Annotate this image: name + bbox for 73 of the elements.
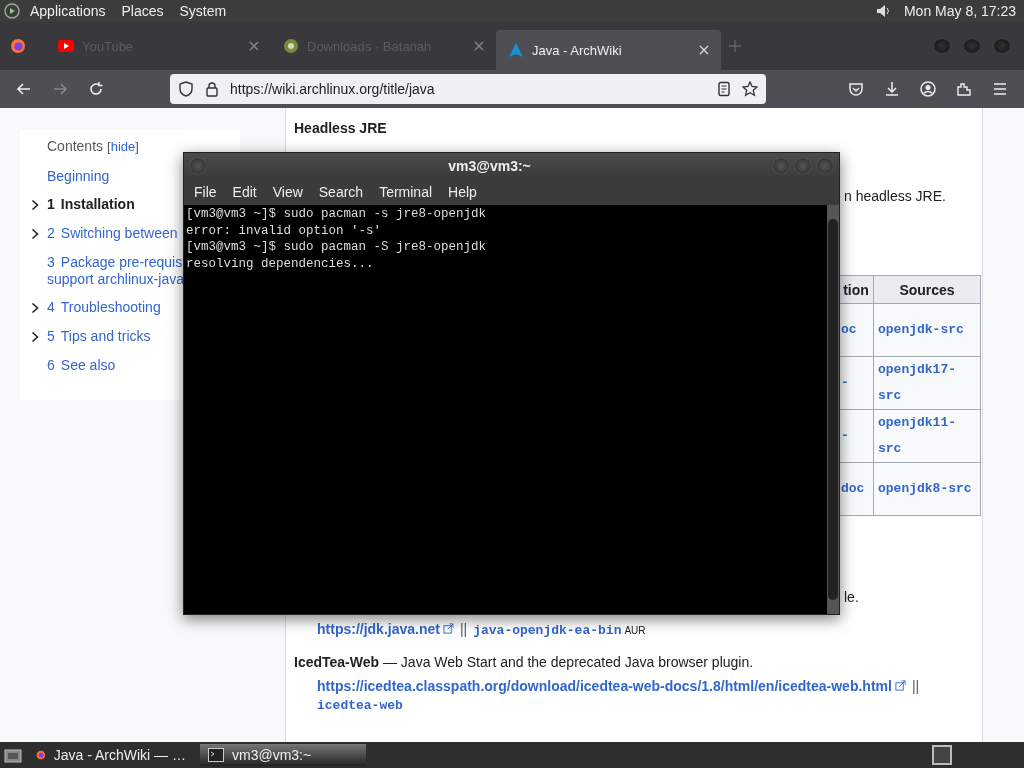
menu-item[interactable]: Terminal	[371, 184, 441, 200]
terminal-line: resolving dependencies...	[186, 255, 375, 272]
menu-item[interactable]: View	[264, 184, 311, 200]
close-icon[interactable]	[249, 41, 259, 51]
reader-icon[interactable]	[716, 81, 732, 97]
panel-menu[interactable]: System	[173, 3, 233, 19]
contents-item[interactable]: 5 Tips and tricks	[47, 328, 151, 345]
contents-title: Contents	[47, 138, 104, 154]
pocket-icon[interactable]	[848, 81, 864, 97]
logo-icon[interactable]	[4, 3, 20, 19]
close-icon[interactable]	[474, 41, 484, 51]
paragraph-text: n headless JRE.	[844, 188, 947, 204]
taskbar-item[interactable]: Java - ArchWiki — …	[28, 744, 194, 766]
external-link-icon	[442, 623, 454, 634]
star-icon[interactable]	[742, 81, 758, 97]
external-link[interactable]: https://jdk.java.net	[317, 621, 440, 637]
chevron-icon[interactable]	[31, 228, 39, 240]
terminal-line: [vm3@vm3 ~]$ sudo pacman -s jre8-openjdk	[186, 206, 488, 223]
lock-icon[interactable]	[204, 81, 220, 97]
shield-icon[interactable]	[178, 81, 194, 97]
desktop-icon[interactable]	[4, 747, 22, 763]
contents-item[interactable]: 1 Installation	[47, 196, 135, 213]
contents-item[interactable]: 2 Switching between	[47, 225, 178, 242]
bracket: [	[107, 139, 111, 154]
column-header: tion	[839, 275, 874, 304]
address-bar[interactable]: https://wiki.archlinux.org/title/java	[170, 74, 766, 104]
menu-item[interactable]: Edit	[224, 184, 265, 200]
menu-item[interactable]: Search	[310, 184, 372, 200]
globe-icon	[283, 38, 299, 54]
browser-tab[interactable]: Java - ArchWiki	[496, 30, 721, 70]
package-link[interactable]: openjdk-src	[873, 303, 981, 357]
extensions-icon[interactable]	[956, 81, 972, 97]
package-link[interactable]: icedtea-web	[317, 698, 403, 713]
panel-menu[interactable]: Places	[115, 3, 170, 19]
contents-item[interactable]: 3 Package pre-requis support archlinux-java	[47, 254, 184, 288]
account-icon[interactable]	[920, 81, 936, 97]
paragraph-text: le.	[844, 589, 860, 605]
external-link-icon	[894, 680, 906, 691]
terminal-line: error: invalid option '-s'	[186, 222, 383, 239]
contents-item[interactable]: Beginning	[47, 168, 110, 185]
separator: ||	[459, 621, 468, 637]
reload-icon[interactable]	[88, 81, 104, 97]
scrollbar[interactable]	[827, 205, 839, 614]
aur-note: AUR	[624, 625, 646, 636]
window-title: vm3@vm3:~	[447, 158, 532, 174]
bracket: ]	[135, 139, 139, 154]
download-icon[interactable]	[884, 81, 900, 97]
menu-icon[interactable]	[992, 81, 1008, 97]
section-heading: Headless JRE	[294, 120, 388, 136]
contents-item[interactable]: 6 See also	[47, 357, 116, 374]
terminal-line: [vm3@vm3 ~]$ sudo pacman -S jre8-openjdk	[186, 239, 488, 256]
package-link[interactable]: openjdk11-src	[873, 409, 981, 463]
workspace-switcher[interactable]	[932, 745, 952, 765]
play-icon	[58, 40, 74, 52]
menu-item[interactable]: File	[186, 184, 225, 200]
entry-description: IcedTea-Web — Java Web Start and the deprecated Java browser plugin.	[294, 654, 755, 670]
column-header: Sources	[873, 275, 981, 304]
contents-item[interactable]: 4 Troubleshooting	[47, 299, 161, 316]
separator: ||	[911, 678, 920, 694]
package-link[interactable]: java-openjdk-ea-bin	[473, 623, 622, 638]
back-icon[interactable]	[16, 81, 32, 97]
taskbar-item[interactable]: vm3@vm3:~	[200, 744, 366, 766]
chevron-icon[interactable]	[31, 331, 39, 343]
arch-icon	[508, 42, 524, 58]
chevron-icon[interactable]	[31, 302, 39, 314]
firefox-icon[interactable]	[10, 38, 26, 54]
chevron-icon[interactable]	[31, 199, 39, 211]
clock[interactable]: Mon May 8, 17:23	[895, 3, 1020, 19]
terminal-icon	[208, 748, 224, 762]
package-link[interactable]: openjdk8-src	[873, 462, 981, 516]
external-link[interactable]: https://icedtea.classpath.org/download/icedtea-web-docs/1.8/html/en/icedtea-web.html	[317, 678, 892, 694]
menu-item[interactable]: Help	[440, 184, 485, 200]
panel-menu[interactable]: Applications	[24, 3, 112, 19]
